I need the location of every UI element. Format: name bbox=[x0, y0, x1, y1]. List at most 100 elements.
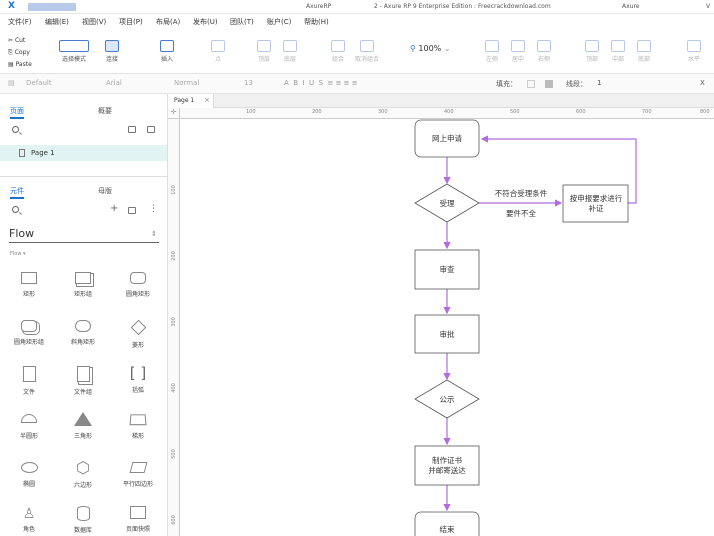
page-tab-label: Page 1 bbox=[174, 97, 195, 104]
app-name: AxureRP bbox=[306, 3, 332, 10]
bracket-shape-icon: [ ] bbox=[129, 364, 147, 382]
style-dropdown[interactable]: Default bbox=[26, 79, 52, 87]
zoom-search-icon: ⚲ bbox=[410, 44, 416, 53]
zoom-control[interactable]: ⚲ 100% ⌄ bbox=[410, 44, 451, 53]
page-list-item[interactable]: Page 1 bbox=[0, 145, 167, 161]
library-item-label: 三角形 bbox=[73, 433, 92, 440]
search-icon[interactable] bbox=[12, 126, 19, 133]
rectangle-shape-icon bbox=[21, 272, 37, 284]
library-item-beveled-rectangle[interactable]: 斜角矩形 bbox=[63, 320, 103, 346]
fill-color-swatch[interactable] bbox=[527, 80, 535, 88]
library-dropdown[interactable]: Flow ⇕ bbox=[9, 227, 159, 243]
menu-help[interactable]: 帮助(H) bbox=[304, 17, 329, 27]
add-page-icon[interactable] bbox=[128, 126, 136, 133]
library-item-semicircle[interactable]: 半圆形 bbox=[9, 414, 49, 440]
more-icon[interactable]: ⋮ bbox=[149, 204, 158, 214]
window-title: 2 - Axure RP 9 Enterprise Edition : Free… bbox=[374, 3, 551, 10]
node-label: 审批 bbox=[440, 329, 455, 339]
connect-button[interactable]: 连接 bbox=[100, 40, 124, 63]
tab-outline[interactable]: 概要 bbox=[98, 106, 112, 116]
library-item-rounded-rectangle[interactable]: 圆角矩形 bbox=[118, 272, 158, 298]
library-item-database[interactable]: 数据库 bbox=[63, 506, 103, 534]
ruler-label: 300 bbox=[378, 109, 388, 115]
page-tab[interactable]: Page 1 × bbox=[168, 94, 214, 108]
menu-account[interactable]: 账户(C) bbox=[267, 17, 291, 27]
library-item-actor[interactable]: ♙ 角色 bbox=[9, 506, 49, 533]
font-dropdown[interactable]: Arial bbox=[106, 79, 122, 87]
add-folder-icon[interactable] bbox=[147, 126, 155, 133]
canvas-area[interactable]: Page 1 × ✛ 100 200 300 400 500 600 700 8… bbox=[168, 94, 714, 536]
menu-file[interactable]: 文件(F) bbox=[8, 17, 32, 27]
ruler-label: 600 bbox=[170, 515, 177, 525]
database-shape-icon bbox=[76, 506, 90, 521]
library-item-diamond[interactable]: 菱形 bbox=[118, 319, 158, 349]
menu-arrange[interactable]: 布局(A) bbox=[156, 17, 180, 27]
top-layer-button[interactable]: 顶层 bbox=[252, 40, 276, 63]
distribute-horizontal-button[interactable]: 水平 bbox=[682, 40, 706, 63]
library-item-rectangle[interactable]: 矩形 bbox=[9, 272, 49, 298]
clipboard-group: ✂ Cut ⎘ Copy ▤ Paste bbox=[8, 35, 32, 71]
align-center-button[interactable]: 居中 bbox=[506, 40, 530, 63]
left-panel: 页面 概要 Page 1 元件 母版 + ⋮ Flow ⇕ Flow ▾ 矩形 … bbox=[0, 94, 168, 536]
tab-masters[interactable]: 母版 bbox=[98, 186, 112, 196]
library-item-triangle[interactable]: 三角形 bbox=[63, 412, 103, 440]
library-item-snapshot[interactable]: 页面快照 bbox=[118, 506, 158, 533]
cut-button[interactable]: ✂ Cut bbox=[8, 35, 32, 47]
library-item-ellipse[interactable]: 椭圆 bbox=[9, 462, 49, 488]
bring-front-icon bbox=[257, 40, 271, 52]
distribute-horizontal-icon bbox=[687, 40, 701, 52]
insert-button[interactable]: 插入 bbox=[154, 40, 180, 63]
rounded-rectangle-group-shape-icon bbox=[21, 320, 37, 332]
library-item-trapezoid[interactable]: 梯形 bbox=[118, 414, 158, 440]
library-sublabel: Flow ▾ bbox=[10, 251, 26, 257]
library-item-parallelogram[interactable]: 平行四边形 bbox=[118, 462, 158, 488]
ungroup-label: 取消组合 bbox=[354, 56, 379, 63]
library-item-rounded-rectangle-group[interactable]: 圆角矩形组 bbox=[9, 320, 49, 346]
bottom-layer-button[interactable]: 底层 bbox=[278, 40, 302, 63]
library-item-hexagon[interactable]: ⬡ 六边形 bbox=[63, 460, 103, 490]
align-middle-label: 中部 bbox=[611, 56, 624, 63]
menu-edit[interactable]: 编辑(E) bbox=[45, 17, 69, 27]
copy-button[interactable]: ⎘ Copy bbox=[8, 47, 32, 59]
align-left-button[interactable]: 左侧 bbox=[480, 40, 504, 63]
bottom-layer-label: 底层 bbox=[283, 56, 296, 63]
actor-shape-icon: ♙ bbox=[22, 506, 36, 522]
line-width-input[interactable]: 1 bbox=[597, 79, 601, 87]
menu-project[interactable]: 项目(P) bbox=[119, 17, 143, 27]
title-bar: X AxureRP 2 - Axure RP 9 Enterprise Edit… bbox=[0, 0, 714, 14]
group-label: 组合 bbox=[331, 56, 344, 63]
point-label: 点 bbox=[214, 56, 221, 63]
tab-pages[interactable]: 页面 bbox=[10, 106, 24, 119]
library-item-label: 六边形 bbox=[73, 482, 92, 489]
library-item-document[interactable]: 文件 bbox=[9, 366, 49, 396]
paste-button[interactable]: ▤ Paste bbox=[8, 59, 32, 71]
point-button[interactable]: 点 bbox=[206, 40, 230, 63]
size-dropdown[interactable]: 13 bbox=[244, 79, 253, 87]
menu-team[interactable]: 团队(T) bbox=[230, 17, 254, 27]
menu-publish[interactable]: 发布(U) bbox=[193, 17, 218, 27]
ruler-label: 400 bbox=[444, 109, 454, 115]
menu-view[interactable]: 视图(V) bbox=[82, 17, 106, 27]
shadow-swatch[interactable] bbox=[545, 80, 553, 88]
group-button[interactable]: 组合 bbox=[326, 40, 350, 63]
library-item-document-group[interactable]: 文件组 bbox=[63, 366, 103, 396]
library-search-icon[interactable] bbox=[12, 206, 19, 213]
flowchart-canvas[interactable]: 网上申请 受理 审查 审批 公示 制作证书 并邮寄送达 结束 按申报要求进行 补… bbox=[180, 119, 714, 536]
align-top-button[interactable]: 顶部 bbox=[580, 40, 604, 63]
semicircle-shape-icon bbox=[21, 414, 37, 423]
text-style-buttons[interactable]: A B I U S ≡ ≡ ≡ ≡ bbox=[284, 79, 358, 87]
ungroup-button[interactable]: 取消组合 bbox=[352, 40, 382, 63]
select-mode-button[interactable]: 选择模式 bbox=[56, 40, 92, 63]
tab-libraries[interactable]: 元件 bbox=[10, 186, 24, 199]
add-library-icon[interactable]: + bbox=[110, 203, 118, 214]
quick-access-toolbar[interactable] bbox=[28, 3, 76, 11]
align-middle-button[interactable]: 中部 bbox=[606, 40, 630, 63]
weight-dropdown[interactable]: Normal bbox=[174, 79, 199, 87]
library-item-bracket[interactable]: [ ] 括弧 bbox=[118, 364, 158, 394]
align-right-button[interactable]: 右侧 bbox=[532, 40, 556, 63]
ruler-label: 500 bbox=[510, 109, 520, 115]
library-item-rectangle-group[interactable]: 矩形组 bbox=[63, 272, 103, 298]
close-icon[interactable]: × bbox=[204, 96, 210, 104]
align-bottom-button[interactable]: 底部 bbox=[632, 40, 656, 63]
library-options-icon[interactable] bbox=[128, 207, 136, 214]
